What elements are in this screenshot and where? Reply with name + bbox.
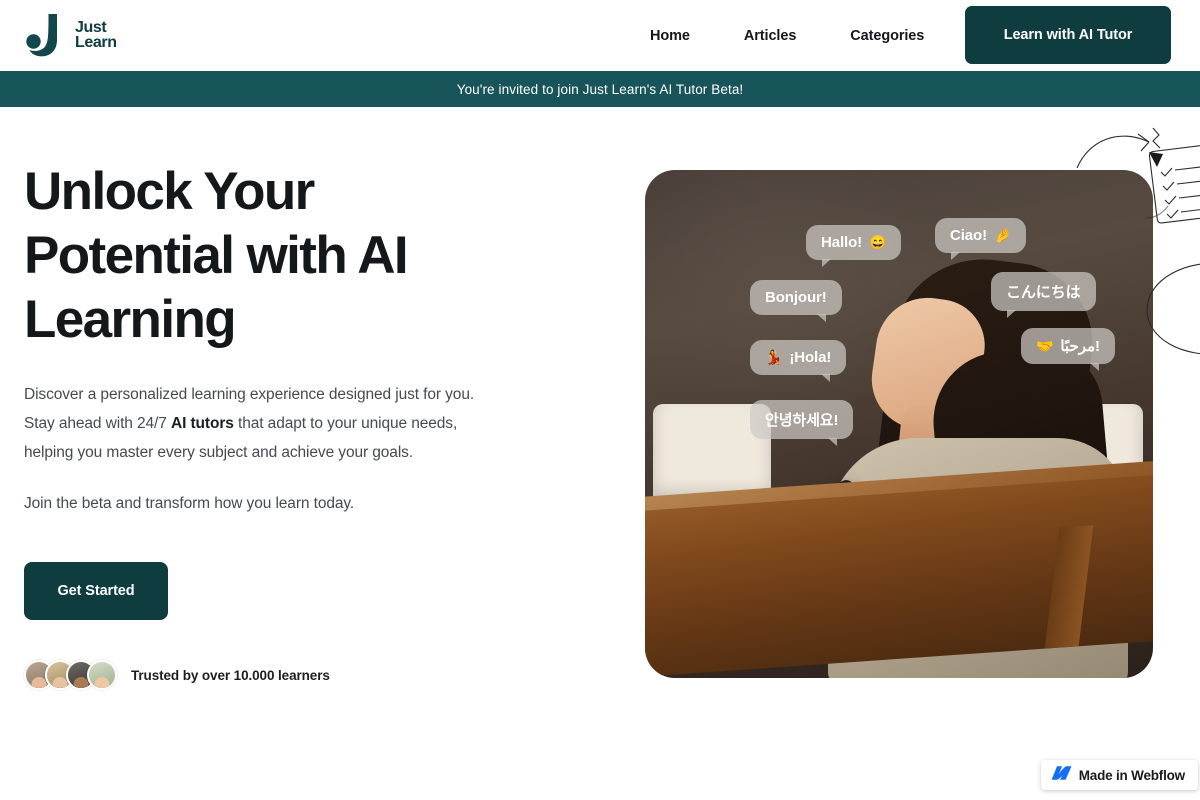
hero-paragraph-2: Join the beta and transform how you lear… <box>24 495 355 512</box>
chat-bubble-text: Hallo! <box>821 234 863 251</box>
brand-line-1: Just <box>75 18 107 36</box>
table-surface <box>645 459 1153 678</box>
brand-logo[interactable]: Just Learn <box>24 10 117 60</box>
chat-bubble-text: ¡Hola! <box>789 349 832 366</box>
social-proof-label: Trusted by over 10.000 learners <box>131 667 330 683</box>
made-in-webflow-badge[interactable]: Made in Webflow <box>1040 760 1198 790</box>
chat-bubble-emoji: 🤌 <box>994 227 1012 243</box>
chat-bubble[interactable]: 안녕하세요! <box>750 400 854 446</box>
table-leg <box>1044 525 1093 649</box>
chat-bubble-emoji: 💃 <box>765 349 783 365</box>
social-proof: Trusted by over 10.000 learners <box>24 660 544 690</box>
just-learn-j-logo-icon <box>24 10 66 60</box>
chat-bubble[interactable]: こんにちは <box>991 272 1096 318</box>
chat-bubble[interactable]: Bonjour! <box>750 280 842 322</box>
page-title: Unlock Your Potential with AI Learning <box>24 162 409 349</box>
chat-bubble[interactable]: 🤝 مرحبًا! <box>1021 328 1116 371</box>
chat-bubble-emoji: 😄 <box>869 234 887 250</box>
brand-wordmark: Just Learn <box>75 18 117 51</box>
hero-paragraph-1-bold: AI tutors <box>170 415 234 432</box>
curved-arrow-doodle-icon <box>1076 135 1150 169</box>
learn-with-ai-tutor-button[interactable]: Learn with AI Tutor <box>965 6 1171 64</box>
chat-bubble-emoji: 🤝 <box>1036 337 1054 354</box>
chat-bubble-text: Bonjour! <box>765 289 827 306</box>
nav-links: Home Articles Categories <box>650 0 924 71</box>
banner-text: You're invited to join Just Learn's AI T… <box>456 81 744 97</box>
navbar: Just Learn Home Articles Categories Lear… <box>0 0 1200 71</box>
avatar <box>87 660 117 690</box>
chat-bubble-text: Ciao! <box>950 227 988 244</box>
chat-bubble[interactable]: Ciao! 🤌 <box>935 218 1027 260</box>
hand-drawn-circle-doodle-icon <box>1146 263 1200 355</box>
chat-bubble[interactable]: Hallo! 😄 <box>806 225 902 267</box>
hero-paragraph-1: Discover a personalized learning experie… <box>24 380 504 467</box>
webflow-badge-label: Made in Webflow <box>1078 767 1185 783</box>
nav-link-home[interactable]: Home <box>650 28 690 44</box>
avatar-group <box>24 660 117 690</box>
chat-bubble-text: مرحبًا! <box>1060 338 1101 355</box>
chat-bubble-text: こんにちは <box>1006 284 1081 301</box>
chat-bubble[interactable]: 💃 ¡Hola! <box>750 340 847 382</box>
nav-link-categories[interactable]: Categories <box>850 28 924 44</box>
chat-bubble-text: 안녕하세요! <box>765 412 839 429</box>
hero-text-column: Unlock Your Potential with AI Learning D… <box>24 160 544 690</box>
get-started-button[interactable]: Get Started <box>24 562 168 620</box>
nav-link-articles[interactable]: Articles <box>744 28 797 44</box>
page-root: Just Learn Home Articles Categories Lear… <box>0 0 1200 800</box>
beta-invite-banner[interactable]: You're invited to join Just Learn's AI T… <box>0 71 1200 107</box>
webflow-logo-icon <box>1050 765 1072 786</box>
brand-line-2: Learn <box>75 34 117 51</box>
checklist-clipboard-doodle-icon <box>1148 144 1200 224</box>
